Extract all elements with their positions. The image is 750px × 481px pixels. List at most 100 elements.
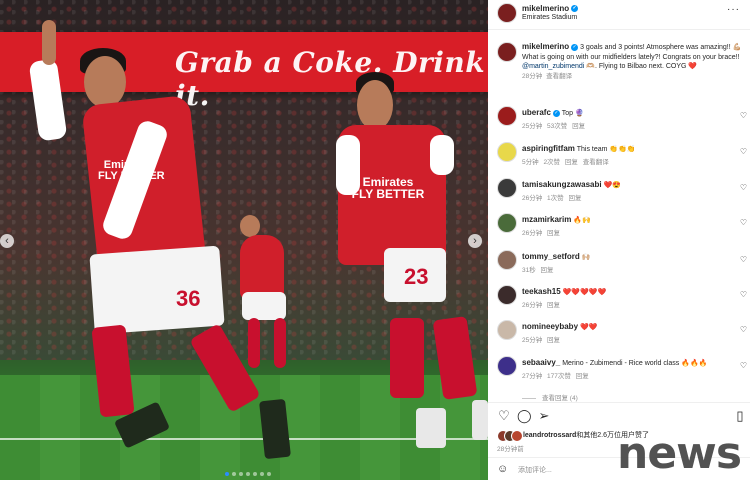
comment-reply-link[interactable]: 回复 [547,302,560,309]
commenter-username[interactable]: teekash15 [522,287,561,296]
comment-text: ❤️❤️❤️❤️❤️ [562,289,607,296]
comment-translate-link[interactable]: 查看翻译 [583,159,609,166]
comment-reply-link[interactable]: 回复 [541,267,554,274]
caption-line-2: What is going on with our midfielders la… [522,53,740,61]
comment-time: 26分钟 [522,230,543,237]
comment-text: ❤️😍 [603,182,621,189]
header-divider [488,29,750,30]
author-avatar[interactable] [497,3,517,23]
commenter-avatar[interactable] [497,250,517,270]
comment-like-icon[interactable]: ♡ [740,183,747,192]
right-player-sponsor: Emirates FLY BETTER [351,175,425,201]
commenter-avatar[interactable] [497,285,517,305]
comment-item: nomineeybaby ❤️❤️ 25分钟 回复 ♡ [497,320,747,350]
author-username[interactable]: mikelmerino ✓ [522,4,579,13]
caption-username[interactable]: mikelmerino [522,42,569,51]
comment-likes[interactable]: 1次赞 [547,195,564,202]
post-actions: ♡ ◯ ➢ ▯ [488,402,750,431]
comment-reply-link[interactable]: 回复 [572,123,585,130]
comment-item: sebaaivy_ Merino - Zubimendi - Rice worl… [497,356,747,386]
comment-icon[interactable]: ◯ [517,409,532,423]
comment-likes[interactable]: 53次赞 [547,123,567,130]
comment-reply-link[interactable]: 回复 [576,373,589,380]
comment-reply-link[interactable]: 回复 [568,195,581,202]
commenter-username[interactable]: tommy_setford [522,252,580,261]
view-replies-link[interactable]: 查看回复 (4) [522,392,578,402]
previous-photo-button[interactable]: ‹ [0,234,14,248]
comment-time: 27分钟 [522,373,543,380]
likes-top-user[interactable]: leandrotrossard [523,432,576,439]
caption-translate-link[interactable]: 查看翻译 [546,73,572,80]
commenter-username[interactable]: uberafc [522,108,551,117]
comment-reply-link[interactable]: 回复 [565,159,578,166]
comment-time: 31秒 [522,267,536,274]
banner-text: Grab a Coke. Drink it. [175,46,486,112]
post-header: mikelmerino ✓ Emirates Stadium ··· [488,0,750,28]
left-player-number: 36 [176,286,201,311]
commenter-avatar[interactable] [497,178,517,198]
carousel-dots [225,472,271,476]
caption-line-1: 3 goals and 3 points! Atmosphere was ama… [578,44,742,51]
commenter-username[interactable]: sebaaivy_ [522,358,560,367]
advertising-banner: Grab a Coke. Drink it. [0,32,488,112]
comment-time: 25分钟 [522,337,543,344]
caption-avatar[interactable] [497,42,517,62]
comment-like-icon[interactable]: ♡ [740,255,747,264]
left-player-sponsor: Emirates FLY BETTER [98,159,165,182]
comment-likes[interactable]: 2次赞 [543,159,560,166]
comment-like-icon[interactable]: ♡ [740,361,747,370]
comment-text: ❤️❤️ [579,324,598,331]
post-panel: mikelmerino ✓ Emirates Stadium ··· mikelm… [488,0,750,480]
comment-item: tommy_setford 🙌🏼 31秒 回复 ♡ [497,250,747,280]
commenter-username[interactable]: nomineeybaby [522,322,578,331]
comment-input[interactable]: 添加评论... [518,465,552,475]
commenter-username[interactable]: tamisakungzawasabi [522,180,602,189]
save-icon[interactable]: ▯ [733,409,747,423]
comment-text: Merino - Zubimendi - Rice world class 🔥🔥… [562,360,708,367]
more-options-icon[interactable]: ··· [727,4,740,15]
comment-text: 🙌🏼 [581,254,591,261]
caption-mention-link[interactable]: @martin_zubimendi [522,63,584,70]
caption-time: 28分钟 [522,72,543,80]
comment-item: teekash15 ❤️❤️❤️❤️❤️ 26分钟 回复 ♡ [497,285,747,315]
comment-text: Top 🔮 [561,110,584,117]
comment-reply-link[interactable]: 回复 [547,230,560,237]
comment-time: 26分钟 [522,195,543,202]
comment-like-icon[interactable]: ♡ [740,147,747,156]
comment-item: mzamirkarim 🔥🙌 26分钟 回复 ♡ [497,213,747,243]
commenter-avatar[interactable] [497,142,517,162]
liker-avatars [497,430,523,443]
emoji-icon[interactable]: ☺ [497,463,508,475]
share-icon[interactable]: ➢ [537,409,551,423]
commenter-avatar[interactable] [497,106,517,126]
like-icon[interactable]: ♡ [497,409,511,423]
comment-time: 25分钟 [522,123,543,130]
commenter-username[interactable]: mzamirkarim [522,215,571,224]
commenter-username[interactable]: aspiringfitfam [522,144,575,153]
comment-likes[interactable]: 177次赞 [547,373,571,380]
comment-item: aspiringfitfam This team 👏👏👏 5分钟 2次赞 回复 查… [497,142,747,172]
comment-like-icon[interactable]: ♡ [740,111,747,120]
right-player-number: 23 [404,264,429,289]
comment-item: uberafc ✓ Top 🔮 25分钟 53次赞 回复 ♡ [497,106,747,136]
comment-reply-link[interactable]: 回复 [547,337,560,344]
comment-like-icon[interactable]: ♡ [740,290,747,299]
post-time-ago: 28分钟前 [497,446,524,453]
post-photo[interactable]: Grab a Coke. Drink it. Emirates FLY BETT… [0,0,488,480]
caption-line-3: 🫶🏼. Flying to Bilbao next. COYG ❤️ [584,63,698,70]
comment-time: 5分钟 [522,159,539,166]
next-photo-button[interactable]: › [468,234,482,248]
comment-text: 🔥🙌 [573,217,591,224]
comment-text: This team 👏👏👏 [576,146,636,153]
commenter-avatar[interactable] [497,213,517,233]
comment-like-icon[interactable]: ♡ [740,218,747,227]
commenter-avatar[interactable] [497,320,517,340]
verified-icon: ✓ [571,5,579,13]
verified-icon: ✓ [552,109,560,117]
comment-like-icon[interactable]: ♡ [740,325,747,334]
comment-time: 26分钟 [522,302,543,309]
pitch-line [0,438,488,440]
commenter-avatar[interactable] [497,356,517,376]
news-watermark: news [617,428,742,479]
post-location[interactable]: Emirates Stadium [522,14,577,21]
